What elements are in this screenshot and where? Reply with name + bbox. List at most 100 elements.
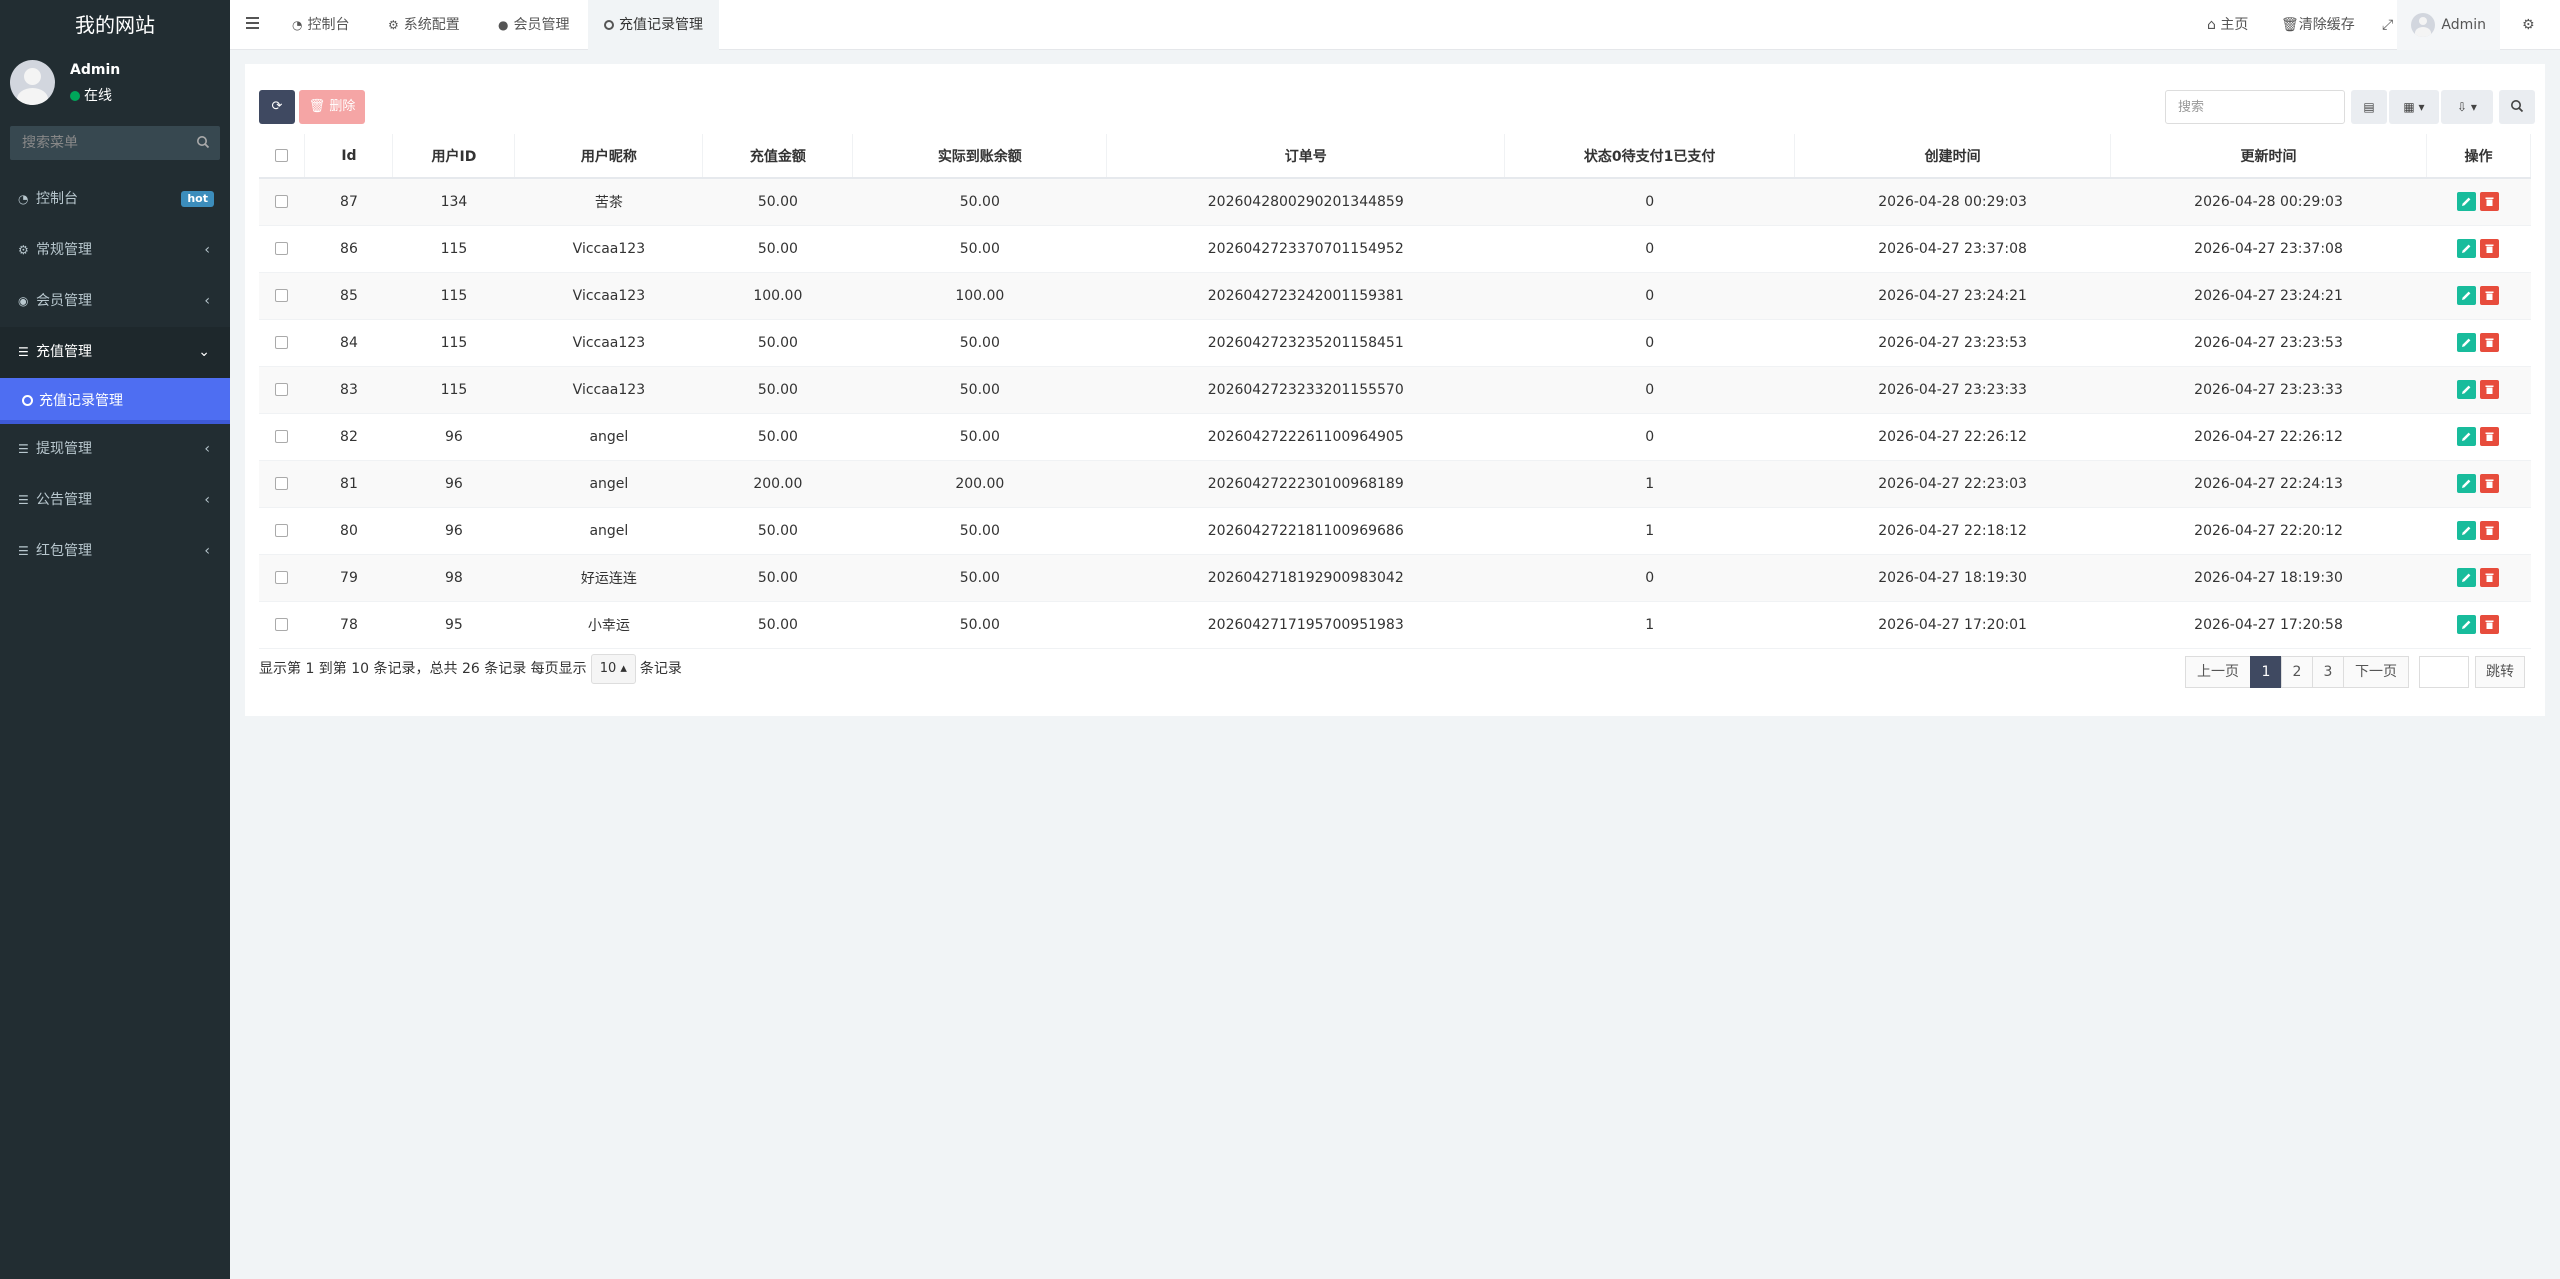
clear-cache-button[interactable]: 🗑︎清除缓存 bbox=[2281, 0, 2355, 50]
table-row[interactable]: 85 115 Viccaa123 100.00 100.00 20260427232420… bbox=[259, 272, 2531, 320]
edit-button[interactable] bbox=[2457, 286, 2477, 305]
col-id[interactable]: Id bbox=[304, 134, 394, 179]
refresh-button[interactable]: ⟳ bbox=[259, 90, 295, 124]
page-size-select[interactable]: 10 ▴ bbox=[590, 654, 636, 684]
toggle-view-button[interactable]: ▤ bbox=[2351, 90, 2387, 124]
jump-button[interactable]: 跳转 bbox=[2475, 656, 2525, 688]
page-2-button[interactable]: 2 bbox=[2281, 656, 2313, 688]
cell-order-no: 2026042723242001159381 bbox=[1106, 272, 1505, 320]
sidebar-item-notice[interactable]: ☰ 公告管理 ‹ bbox=[0, 475, 230, 526]
table-search-input[interactable] bbox=[2165, 90, 2345, 124]
edit-button[interactable] bbox=[2457, 474, 2477, 493]
col-nickname[interactable]: 用户昵称 bbox=[514, 134, 704, 179]
table-row[interactable]: 78 95 小幸运 50.00 50.00 2026042717195700951983 1… bbox=[259, 601, 2531, 649]
menu-toggle-icon[interactable] bbox=[246, 17, 259, 29]
select-all-checkbox[interactable] bbox=[275, 149, 289, 162]
sidebar-item-redpacket[interactable]: ☰ 红包管理 ‹ bbox=[0, 526, 230, 577]
edit-button[interactable] bbox=[2457, 521, 2477, 540]
edit-button[interactable] bbox=[2457, 192, 2477, 212]
search-icon[interactable] bbox=[196, 135, 210, 149]
row-checkbox[interactable] bbox=[275, 195, 289, 209]
table-row[interactable]: 83 115 Viccaa123 50.00 50.00 2026042723233201… bbox=[259, 366, 2531, 414]
cogs-icon: ⚙ bbox=[2522, 17, 2535, 33]
cell-created: 2026-04-27 17:20:01 bbox=[1794, 601, 2111, 649]
sidebar-subitem-recharge-records[interactable]: 充值记录管理 bbox=[0, 378, 230, 424]
cell-created: 2026-04-28 00:29:03 bbox=[1794, 178, 2111, 226]
columns-button[interactable]: ▦ ▾ bbox=[2389, 90, 2439, 124]
sidebar-item-general[interactable]: ⚙ 常规管理 ‹ bbox=[0, 225, 230, 276]
table-row[interactable]: 81 96 angel 200.00 200.00 2026042722230100968… bbox=[259, 460, 2531, 508]
delete-row-button[interactable] bbox=[2480, 521, 2500, 540]
sidebar-item-label: 公告管理 bbox=[36, 492, 92, 508]
row-checkbox[interactable] bbox=[275, 524, 289, 537]
tab-recharge-records[interactable]: 充值记录管理 bbox=[588, 0, 719, 50]
delete-row-button[interactable] bbox=[2480, 615, 2500, 634]
delete-row-button[interactable] bbox=[2480, 333, 2500, 352]
sidebar-item-label: 会员管理 bbox=[36, 293, 92, 309]
edit-button[interactable] bbox=[2457, 380, 2477, 399]
page-3-button[interactable]: 3 bbox=[2312, 656, 2344, 688]
sidebar-item-dashboard[interactable]: ◔ 控制台 hot bbox=[0, 174, 230, 225]
row-checkbox[interactable] bbox=[275, 336, 289, 349]
user-menu-label: Admin bbox=[2441, 17, 2486, 33]
table-row[interactable]: 82 96 angel 50.00 50.00 202604272226110096490… bbox=[259, 413, 2531, 461]
row-checkbox[interactable] bbox=[275, 289, 289, 302]
col-actual-balance[interactable]: 实际到账余额 bbox=[852, 134, 1108, 179]
cell-user-id: 115 bbox=[392, 272, 515, 320]
table-row[interactable]: 79 98 好运连连 50.00 50.00 2026042718192900983042… bbox=[259, 554, 2531, 602]
edit-button[interactable] bbox=[2457, 239, 2477, 258]
edit-button[interactable] bbox=[2457, 568, 2477, 587]
edit-button[interactable] bbox=[2457, 427, 2477, 446]
cell-amount: 200.00 bbox=[702, 460, 853, 508]
row-checkbox[interactable] bbox=[275, 430, 289, 443]
cell-order-no: 2026042723233201155570 bbox=[1106, 366, 1505, 414]
sidebar-item-withdraw[interactable]: ☰ 提现管理 ‹ bbox=[0, 424, 230, 475]
row-checkbox[interactable] bbox=[275, 618, 289, 631]
col-updated[interactable]: 更新时间 bbox=[2110, 134, 2427, 179]
table-row[interactable]: 84 115 Viccaa123 50.00 50.00 2026042723235201… bbox=[259, 319, 2531, 367]
row-checkbox[interactable] bbox=[275, 383, 289, 396]
settings-button[interactable]: ⚙ bbox=[2522, 0, 2535, 50]
row-checkbox[interactable] bbox=[275, 571, 289, 584]
delete-row-button[interactable] bbox=[2480, 286, 2500, 305]
sidebar-search-input[interactable] bbox=[10, 126, 220, 160]
sidebar-item-recharge[interactable]: ☰ 充值管理 ⌄ bbox=[0, 327, 230, 378]
edit-button[interactable] bbox=[2457, 615, 2477, 634]
row-checkbox[interactable] bbox=[275, 477, 289, 490]
table-row[interactable]: 87 134 苦茶 50.00 50.00 2026042800290201344859 0… bbox=[259, 178, 2531, 226]
table-row[interactable]: 80 96 angel 50.00 50.00 202604272218110096968… bbox=[259, 507, 2531, 555]
brand-title[interactable]: 我的网站 bbox=[0, 0, 230, 50]
tab-system-config[interactable]: ⚙ 系统配置 bbox=[388, 0, 460, 50]
col-amount[interactable]: 充值金额 bbox=[702, 134, 854, 179]
col-order-no[interactable]: 订单号 bbox=[1106, 134, 1506, 179]
sidebar-item-members[interactable]: ◉ 会员管理 ‹ bbox=[0, 276, 230, 327]
row-actions-cell bbox=[2426, 178, 2531, 226]
edit-button[interactable] bbox=[2457, 333, 2477, 352]
next-page-button[interactable]: 下一页 bbox=[2343, 656, 2409, 688]
delete-button[interactable]: 🗑︎ 删除 bbox=[299, 90, 365, 124]
jump-page-input[interactable] bbox=[2419, 656, 2469, 688]
tab-dashboard[interactable]: ◔ 控制台 bbox=[292, 0, 349, 50]
row-checkbox[interactable] bbox=[275, 242, 289, 255]
delete-row-button[interactable] bbox=[2480, 239, 2500, 258]
col-status[interactable]: 状态0待支付1已支付 bbox=[1504, 134, 1796, 179]
delete-row-button[interactable] bbox=[2480, 568, 2500, 587]
home-link[interactable]: ⌂ 主页 bbox=[2207, 0, 2248, 50]
delete-row-button[interactable] bbox=[2480, 474, 2500, 493]
col-created[interactable]: 创建时间 bbox=[1794, 134, 2112, 179]
col-user-id[interactable]: 用户ID bbox=[392, 134, 516, 179]
table-header-row: Id 用户ID 用户昵称 充值金额 实际到账余额 订单号 状态0待支付1已支付 … bbox=[259, 134, 2532, 179]
delete-row-button[interactable] bbox=[2480, 380, 2500, 399]
advanced-search-button[interactable] bbox=[2499, 90, 2535, 124]
delete-row-button[interactable] bbox=[2480, 427, 2500, 446]
export-button[interactable]: ⇩ ▾ bbox=[2441, 90, 2493, 124]
table-row[interactable]: 86 115 Viccaa123 50.00 50.00 2026042723370701… bbox=[259, 225, 2531, 273]
user-menu[interactable]: Admin bbox=[2397, 0, 2500, 50]
tab-members[interactable]: ● 会员管理 bbox=[498, 0, 569, 50]
circle-icon bbox=[604, 20, 614, 30]
fullscreen-button[interactable]: ⤢ bbox=[2382, 0, 2393, 50]
delete-row-button[interactable] bbox=[2480, 192, 2500, 212]
prev-page-button[interactable]: 上一页 bbox=[2185, 656, 2251, 688]
row-actions-cell bbox=[2426, 225, 2531, 273]
page-1-button[interactable]: 1 bbox=[2250, 656, 2282, 688]
